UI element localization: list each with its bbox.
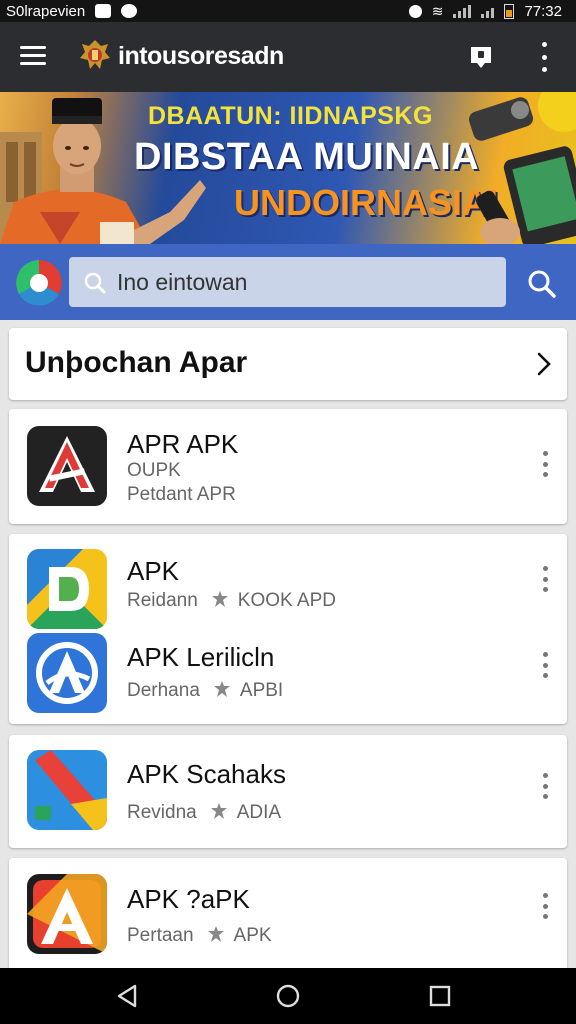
category-icon [211, 591, 228, 607]
more-options-icon[interactable] [539, 566, 551, 592]
carrier-label: S0lrapevien [6, 2, 86, 20]
app-subtitle: OUPK [127, 460, 181, 481]
a-logo-blue-circle-icon [27, 633, 107, 713]
diagonal-stripe-icon [27, 750, 107, 830]
sync-icon [408, 4, 422, 18]
app-name: APK Scahaks [127, 759, 286, 789]
wifi-icon: ≋ [431, 2, 444, 19]
more-options-icon[interactable] [539, 893, 551, 919]
app-developer: Petdant APR [127, 484, 236, 505]
app-meta: Pertaan APK [127, 925, 272, 947]
app-category: ADIA [236, 802, 282, 823]
app-card: APK Scahaks Revidna ADIA [9, 735, 567, 848]
home-icon[interactable] [274, 982, 302, 1010]
search-bar [0, 244, 576, 320]
signal-icon [481, 4, 495, 18]
app-card: APK ?aPK Pertaan APK [9, 858, 567, 968]
app-meta: Derhana APBI [127, 680, 283, 702]
app-category: APK [233, 925, 272, 946]
app-list-item[interactable]: APR APK OUPK Petdant APR [9, 409, 567, 524]
a-logo-red-icon [27, 426, 107, 506]
category-icon [210, 803, 227, 819]
search-icon [84, 272, 106, 294]
app-list-item[interactable]: APK Lerilicln Derhana APBI [9, 624, 567, 724]
app-name: APK Lerilicln [127, 642, 275, 672]
search-button[interactable] [526, 268, 558, 300]
system-nav-bar [0, 968, 576, 1024]
app-list-item[interactable]: APK Scahaks Revidna ADIA [9, 735, 567, 848]
status-bar: S0lrapevien ≋ 77:32 [0, 0, 576, 22]
app-card: APK Reidann KOOK APD APK Lerilicln Derhan… [9, 534, 567, 724]
back-icon[interactable] [113, 982, 141, 1010]
app-developer: Reidann [127, 590, 198, 611]
brand-logo-icon [16, 260, 62, 306]
app-list-item[interactable]: APK Reidann KOOK APD [9, 534, 567, 629]
promo-banner[interactable]: DBAATUN: IIDNAPSKG DIBSTAA MUINAIA UNDOI… [0, 92, 576, 244]
a-logo-orange-icon [27, 874, 107, 954]
category-icon [207, 926, 224, 942]
app-meta: Revidna ADIA [127, 802, 281, 824]
notification-app-icon [95, 4, 112, 18]
more-options-icon[interactable] [539, 451, 551, 477]
app-category: APBI [239, 680, 284, 701]
gadgets-image [468, 92, 576, 244]
app-list-item[interactable]: APK ?aPK Pertaan APK [9, 858, 567, 968]
d-logo-gradient-icon [27, 549, 107, 629]
recents-icon[interactable] [426, 982, 454, 1010]
chevron-right-icon [537, 352, 551, 376]
app-name: APK [127, 556, 180, 586]
app-title: intousoresadn [118, 42, 284, 70]
section-header[interactable]: Unþochan Apar [9, 328, 567, 400]
app-developer: Pertaan [127, 925, 194, 946]
banner-headline-main: DIBSTAA MUINAIA [134, 136, 480, 178]
category-icon [213, 681, 230, 697]
more-options-icon[interactable] [539, 773, 551, 799]
app-developer: Revidna [127, 802, 197, 823]
notification-app-icon [121, 4, 138, 18]
app-category: KOOK APD [237, 590, 336, 611]
more-options-icon[interactable] [539, 652, 551, 678]
menu-icon[interactable] [20, 46, 46, 66]
overflow-icon[interactable] [536, 42, 552, 72]
app-name: APK ?aPK [127, 884, 250, 914]
banner-headline-top: DBAATUN: IIDNAPSKG [148, 102, 433, 130]
notification-icon[interactable] [468, 44, 494, 70]
signal-icon [453, 4, 472, 18]
app-bar: intousoresadn [0, 22, 576, 92]
logo-emblem-icon [80, 40, 110, 69]
app-meta: Reidann KOOK APD [127, 590, 336, 612]
section-title: Unþochan Apar [25, 346, 248, 379]
clock: 77:32 [524, 2, 562, 20]
app-developer: Derhana [127, 680, 200, 701]
battery-icon [504, 3, 515, 19]
app-name: APR APK [127, 429, 239, 459]
app-card: APR APK OUPK Petdant APR [9, 409, 567, 524]
search-input[interactable] [69, 257, 506, 307]
